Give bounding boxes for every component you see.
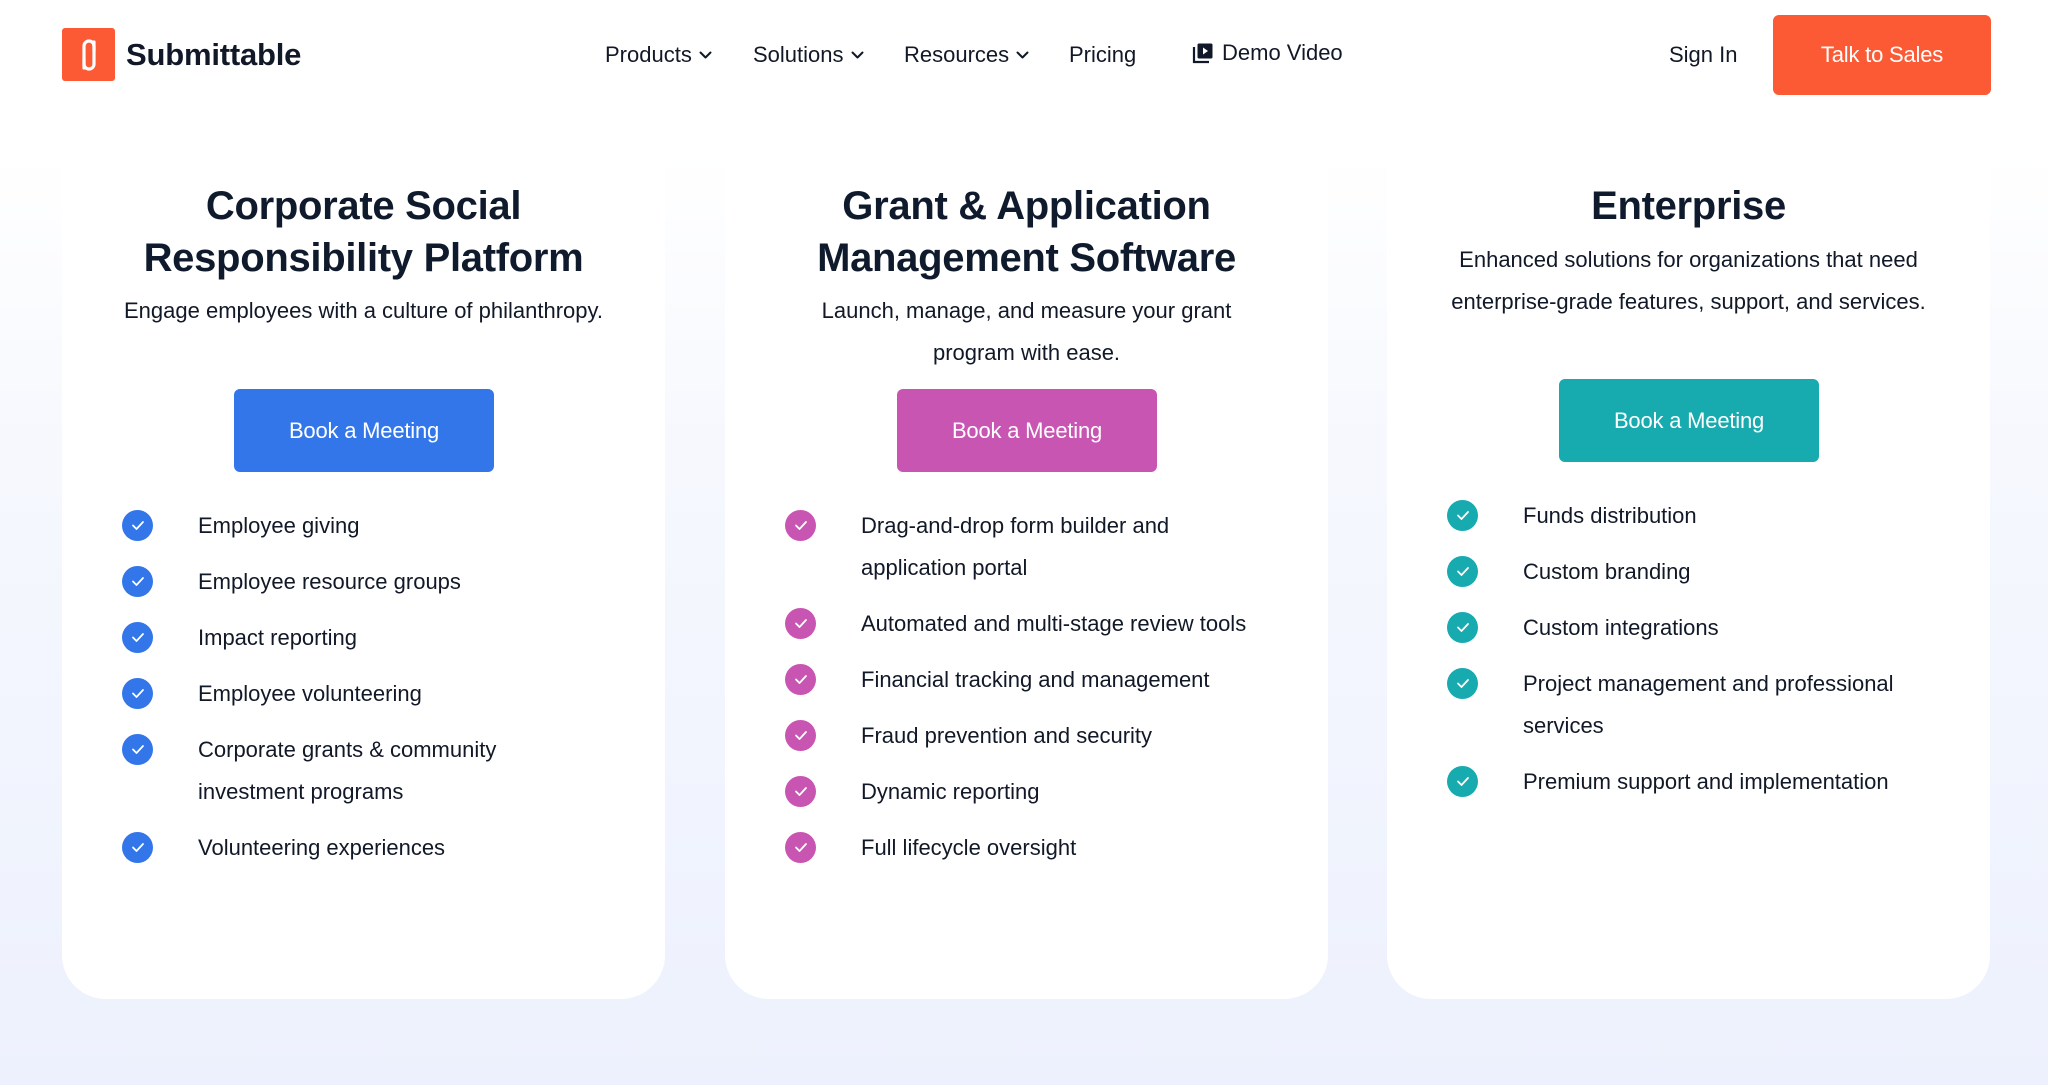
feature-text: Employee volunteering [198, 681, 422, 706]
feature-text: Corporate grants & community investment … [198, 737, 497, 804]
check-circle-icon [122, 510, 153, 541]
feature-item: Project management and professional serv… [1387, 663, 1990, 747]
check-circle-icon [122, 678, 153, 709]
check-circle-icon [785, 510, 816, 541]
feature-item: Corporate grants & community investment … [62, 729, 665, 813]
card-description: Enhanced solutions for organizations tha… [1451, 247, 1926, 314]
book-meeting-button[interactable]: Book a Meeting [234, 389, 494, 472]
check-circle-icon [1447, 668, 1478, 699]
submittable-logo-icon [62, 28, 115, 81]
feature-text: Custom branding [1523, 559, 1691, 584]
nav-products-label: Products [605, 42, 692, 67]
card-title-line: Enterprise [1591, 184, 1786, 228]
feature-item: Drag-and-drop form builder and applicati… [725, 505, 1328, 589]
feature-list: Funds distribution Custom branding Custo… [1387, 495, 1990, 817]
nav-pricing[interactable]: Pricing [1069, 36, 1136, 74]
enterprise-card: Enterprise Enhanced solutions for organi… [1387, 130, 1990, 999]
card-title-line: Grant & Application [842, 184, 1211, 228]
grant-management-card: Grant & Application Management Software … [725, 130, 1328, 999]
talk-to-sales-button[interactable]: Talk to Sales [1773, 15, 1991, 95]
check-circle-icon [785, 608, 816, 639]
feature-list: Employee giving Employee resource groups… [62, 505, 665, 883]
card-description: Launch, manage, and measure your grant p… [821, 298, 1232, 365]
card-title: Enterprise [1387, 180, 1990, 232]
check-circle-icon [785, 832, 816, 863]
feature-item: Employee giving [62, 505, 665, 547]
check-circle-icon [785, 664, 816, 695]
feature-item: Financial tracking and management [725, 659, 1328, 701]
feature-item: Impact reporting [62, 617, 665, 659]
check-circle-icon [1447, 500, 1478, 531]
feature-text: Funds distribution [1523, 503, 1697, 528]
feature-text: Employee resource groups [198, 569, 461, 594]
nav-resources-label: Resources [904, 42, 1010, 67]
card-title-line: Responsibility Platform [143, 236, 584, 280]
feature-text: Full lifecycle oversight [861, 835, 1077, 860]
feature-text: Volunteering experiences [198, 835, 446, 860]
check-circle-icon [1447, 766, 1478, 797]
feature-text: Employee giving [198, 513, 360, 538]
feature-text: Custom integrations [1523, 615, 1719, 640]
site-header: Submittable Products Solutions Resources… [0, 0, 2048, 110]
nav-solutions-label: Solutions [753, 42, 844, 67]
feature-item: Full lifecycle oversight [725, 827, 1328, 869]
feature-item: Automated and multi-stage review tools [725, 603, 1328, 645]
feature-item: Premium support and implementation [1387, 761, 1990, 803]
feature-item: Dynamic reporting [725, 771, 1328, 813]
sign-in-link[interactable]: Sign In [1669, 36, 1738, 74]
nav-demo-video[interactable]: Demo Video [1192, 34, 1343, 72]
feature-text: Project management and professional serv… [1523, 671, 1894, 738]
nav-pricing-label: Pricing [1069, 42, 1137, 67]
card-description: Engage employees with a culture of phila… [124, 298, 603, 323]
nav-resources[interactable]: Resources [904, 36, 1029, 74]
feature-item: Employee resource groups [62, 561, 665, 603]
csr-platform-card: Corporate Social Responsibility Platform… [62, 130, 665, 999]
check-circle-icon [1447, 612, 1478, 643]
feature-item: Custom integrations [1387, 607, 1990, 649]
feature-text: Automated and multi-stage review tools [861, 611, 1247, 636]
book-meeting-button[interactable]: Book a Meeting [1559, 379, 1819, 462]
check-circle-icon [1447, 556, 1478, 587]
feature-item: Custom branding [1387, 551, 1990, 593]
book-meeting-button[interactable]: Book a Meeting [897, 389, 1157, 472]
check-circle-icon [122, 566, 153, 597]
chevron-down-icon [699, 51, 712, 58]
check-circle-icon [785, 776, 816, 807]
feature-text: Impact reporting [198, 625, 357, 650]
feature-item: Volunteering experiences [62, 827, 665, 869]
nav-products[interactable]: Products [605, 36, 712, 74]
card-title-line: Corporate Social [205, 184, 522, 228]
feature-text: Premium support and implementation [1523, 769, 1889, 794]
feature-item: Employee volunteering [62, 673, 665, 715]
card-title-line: Management Software [817, 236, 1236, 280]
brand-logo[interactable]: Submittable [62, 28, 301, 81]
nav-solutions[interactable]: Solutions [753, 36, 864, 74]
nav-demo-video-label: Demo Video [1222, 40, 1343, 65]
card-title: Corporate Social Responsibility Platform [62, 180, 665, 284]
chevron-down-icon [1016, 51, 1029, 58]
check-circle-icon [785, 720, 816, 751]
feature-list: Drag-and-drop form builder and applicati… [725, 505, 1328, 883]
check-circle-icon [122, 734, 153, 765]
check-circle-icon [122, 832, 153, 863]
chevron-down-icon [851, 51, 864, 58]
check-circle-icon [122, 622, 153, 653]
card-title: Grant & Application Management Software [725, 180, 1328, 284]
feature-text: Dynamic reporting [861, 779, 1040, 804]
brand-name: Submittable [126, 36, 302, 72]
feature-text: Financial tracking and management [861, 667, 1210, 692]
feature-text: Drag-and-drop form builder and applicati… [861, 513, 1170, 580]
feature-item: Fraud prevention and security [725, 715, 1328, 757]
feature-text: Fraud prevention and security [861, 723, 1153, 748]
video-playlist-icon [1192, 43, 1213, 64]
feature-item: Funds distribution [1387, 495, 1990, 537]
